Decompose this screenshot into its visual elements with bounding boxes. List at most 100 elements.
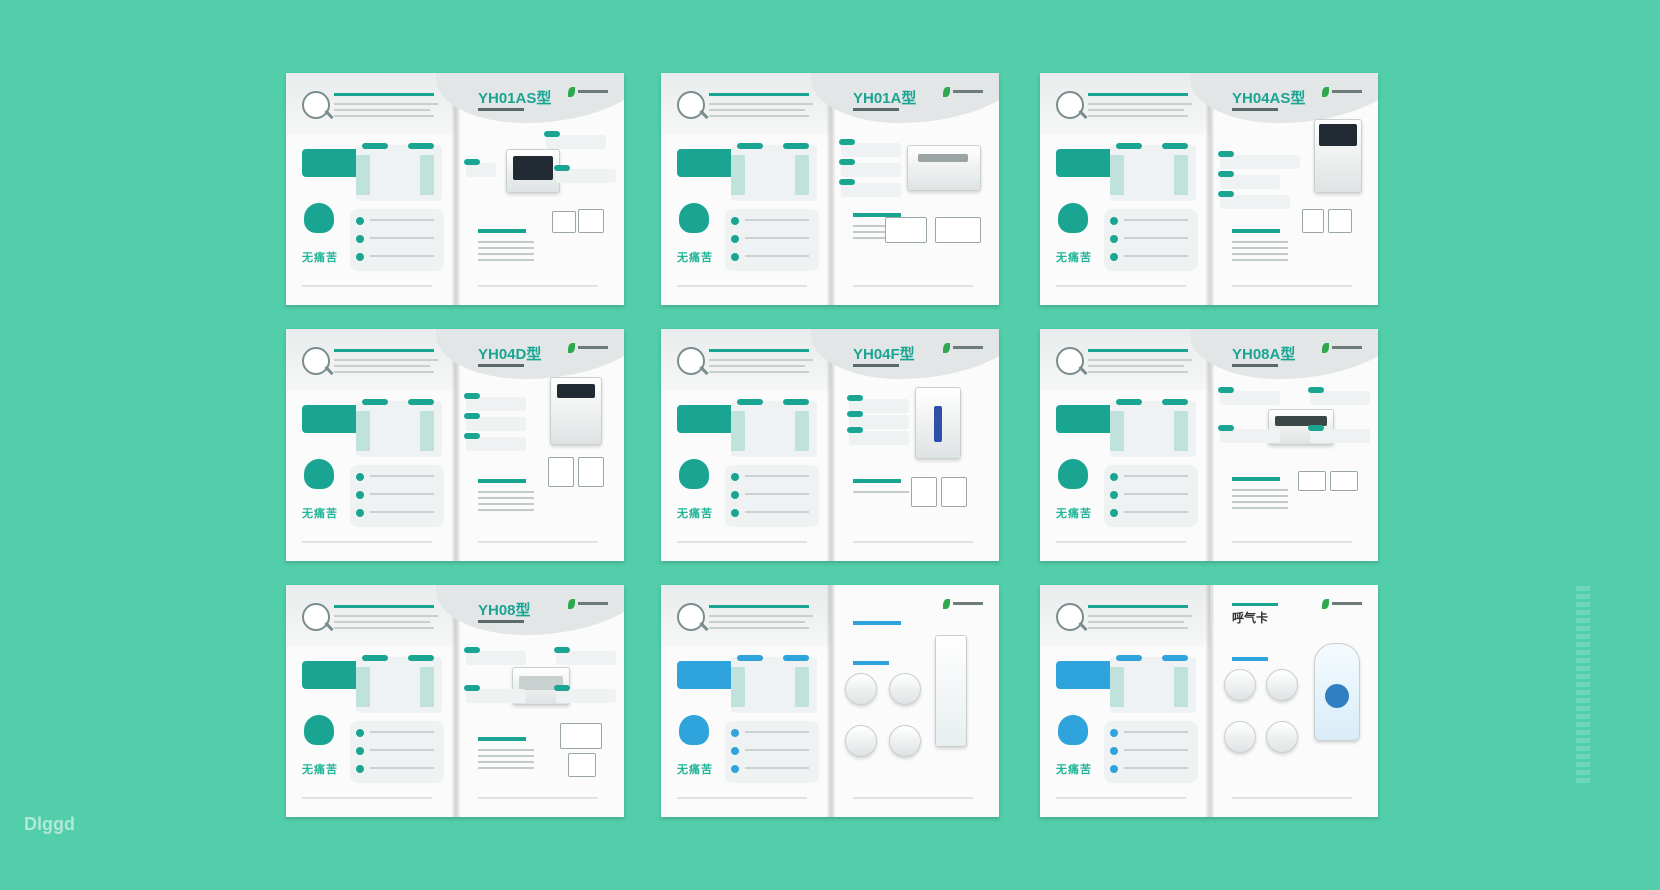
- slogan: 无痛苦: [1056, 507, 1092, 520]
- user-photo: [889, 673, 921, 705]
- right-page: YH01A型: [811, 73, 999, 305]
- magnifier-icon: [1056, 347, 1084, 375]
- slogan: 无痛苦: [1056, 251, 1092, 264]
- left-page: 无痛苦: [286, 585, 456, 817]
- leaf-icon: [568, 599, 575, 609]
- slogan: 无痛苦: [677, 763, 713, 776]
- brochure-spread[interactable]: 无痛苦 呼气卡: [1040, 585, 1378, 817]
- brand-logo: [943, 343, 987, 353]
- leaf-icon: [568, 87, 575, 97]
- leaf-icon: [943, 343, 950, 353]
- left-page: 无痛苦: [286, 329, 456, 561]
- right-page: YH04D型: [436, 329, 624, 561]
- head-silhouette-icon: [1058, 203, 1088, 233]
- feature-panel: [725, 465, 819, 527]
- breath-bag-image: [935, 635, 967, 747]
- brand-logo: [568, 87, 612, 97]
- left-page: 无痛苦: [661, 329, 831, 561]
- device-image: [907, 145, 981, 191]
- slogan: 无痛苦: [677, 251, 713, 264]
- product-title: YH08型: [478, 602, 531, 619]
- brochure-spread[interactable]: 无痛苦 YH04F型: [661, 329, 999, 561]
- device-image: [915, 387, 961, 459]
- head-silhouette-icon: [304, 203, 334, 233]
- user-photo: [845, 673, 877, 705]
- right-page: YH08型: [436, 585, 624, 817]
- info-box: [1056, 149, 1114, 177]
- feature-panel: [725, 209, 819, 271]
- brochure-spread[interactable]: 无痛苦 YH04D型: [286, 329, 624, 561]
- info-box: [1056, 661, 1114, 689]
- magnifier-icon: [677, 91, 705, 119]
- user-photo: [1266, 669, 1298, 701]
- brochure-spread[interactable]: 无痛苦 YH08A型: [1040, 329, 1378, 561]
- data-table: [731, 143, 817, 201]
- product-title: YH04D型: [478, 346, 542, 363]
- brand-logo: [1322, 87, 1366, 97]
- user-photo: [1224, 721, 1256, 753]
- brochure-grid: 无痛苦 YH01AS型 无痛苦 YH01A型 无痛苦 YH04AS型 无痛苦 Y…: [0, 0, 1660, 890]
- leaf-icon: [943, 599, 950, 609]
- left-page: 无痛苦: [661, 73, 831, 305]
- head-silhouette-icon: [679, 203, 709, 233]
- brochure-spread[interactable]: 无痛苦 YH08型: [286, 585, 624, 817]
- left-page: 无痛苦: [286, 73, 456, 305]
- breath-card-image: [1314, 643, 1360, 741]
- slogan: 无痛苦: [302, 507, 338, 520]
- brochure-spread[interactable]: 无痛苦 YH01A型: [661, 73, 999, 305]
- brand-logo: [943, 599, 987, 609]
- data-table: [731, 655, 817, 713]
- user-photo: [1266, 721, 1298, 753]
- right-page: YH01AS型: [436, 73, 624, 305]
- slogan: 无痛苦: [677, 507, 713, 520]
- info-box: [302, 405, 360, 433]
- head-silhouette-icon: [679, 459, 709, 489]
- device-image: [550, 377, 602, 445]
- head-silhouette-icon: [304, 459, 334, 489]
- product-title: 呼气卡: [1232, 611, 1269, 625]
- info-box: [677, 405, 735, 433]
- user-photo: [1224, 669, 1256, 701]
- brand-logo: [1322, 343, 1366, 353]
- info-box: [302, 149, 360, 177]
- vertical-watermark: [1576, 586, 1590, 786]
- head-silhouette-icon: [304, 715, 334, 745]
- info-box: [302, 661, 360, 689]
- right-page: 呼气卡: [1210, 585, 1378, 817]
- brand-logo: [943, 87, 987, 97]
- brochure-spread[interactable]: 无痛苦: [661, 585, 999, 817]
- leaf-icon: [1322, 343, 1329, 353]
- data-table: [356, 655, 442, 713]
- left-page: 无痛苦: [661, 585, 831, 817]
- product-title: YH08A型: [1232, 346, 1296, 363]
- data-table: [356, 143, 442, 201]
- brand-logo: [1322, 599, 1366, 609]
- leaf-icon: [943, 87, 950, 97]
- brochure-spread[interactable]: 无痛苦 YH04AS型: [1040, 73, 1378, 305]
- left-page: 无痛苦: [1040, 73, 1210, 305]
- info-box: [677, 661, 735, 689]
- right-page: YH04F型: [811, 329, 999, 561]
- feature-panel: [1104, 465, 1198, 527]
- head-silhouette-icon: [1058, 459, 1088, 489]
- right-page: [831, 585, 999, 817]
- leaf-icon: [568, 343, 575, 353]
- brochure-spread[interactable]: 无痛苦 YH01AS型: [286, 73, 624, 305]
- head-silhouette-icon: [679, 715, 709, 745]
- feature-panel: [350, 465, 444, 527]
- slogan: 无痛苦: [1056, 763, 1092, 776]
- magnifier-icon: [1056, 91, 1084, 119]
- device-image: [1314, 119, 1362, 193]
- watermark-logo: Dlggd: [24, 814, 75, 834]
- magnifier-icon: [302, 347, 330, 375]
- data-table: [356, 399, 442, 457]
- data-table: [1110, 399, 1196, 457]
- feature-panel: [350, 721, 444, 783]
- info-box: [677, 149, 735, 177]
- magnifier-icon: [677, 603, 705, 631]
- product-title: YH01A型: [853, 90, 917, 107]
- brand-logo: [568, 599, 612, 609]
- leaf-icon: [1322, 87, 1329, 97]
- magnifier-icon: [302, 91, 330, 119]
- user-photo: [889, 725, 921, 757]
